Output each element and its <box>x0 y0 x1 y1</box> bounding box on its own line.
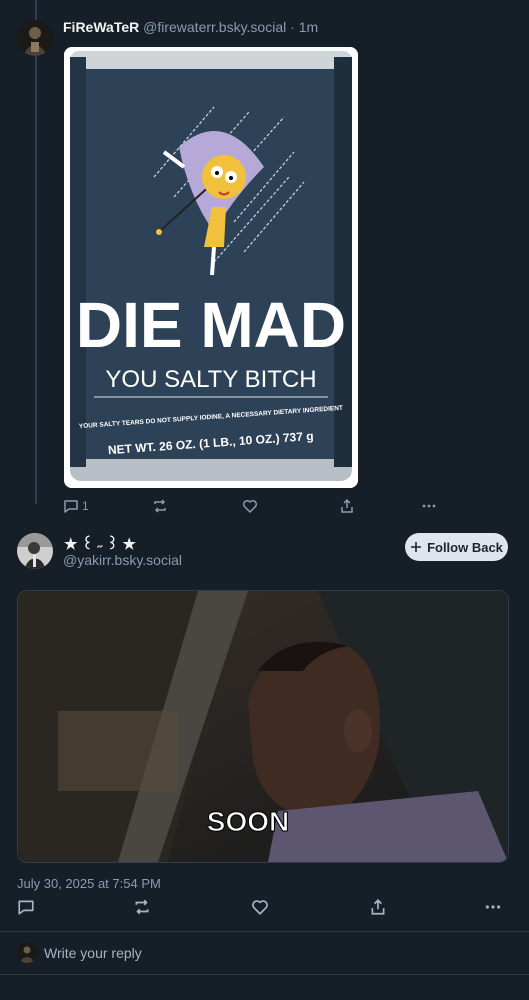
share-icon <box>371 899 385 915</box>
like-button[interactable] <box>251 898 269 916</box>
share-icon <box>341 498 353 513</box>
more-options-button[interactable] <box>421 498 437 514</box>
heart-icon <box>252 900 268 915</box>
repost-button[interactable] <box>152 498 168 514</box>
author-avatar[interactable] <box>17 20 53 56</box>
reply-icon <box>64 500 78 513</box>
separator-dot: · <box>290 19 295 35</box>
post-header: FiReWaTeR @firewaterr.bsky.social · 1m <box>63 19 318 35</box>
divider <box>0 931 529 932</box>
post-timestamp[interactable]: July 30, 2025 at 7:54 PM <box>17 876 161 891</box>
post-actions <box>17 898 512 920</box>
current-user-avatar <box>17 943 37 963</box>
post-image[interactable]: DIE MAD YOU SALTY BITCH YOUR SALTY TEARS… <box>64 47 358 488</box>
heart-icon <box>242 499 258 513</box>
author-handle[interactable]: @firewaterr.bsky.social <box>143 19 286 35</box>
author-avatar[interactable] <box>17 533 53 569</box>
can-headline: DIE MAD <box>76 289 346 361</box>
post-actions: 1 <box>63 498 443 518</box>
author-display-name[interactable]: ★ ꒰ ˶ ꒱ ★ <box>64 533 136 553</box>
reply-count: 1 <box>82 499 89 513</box>
share-button[interactable] <box>339 498 355 514</box>
reply-icon <box>18 900 34 915</box>
repost-button[interactable] <box>133 898 151 916</box>
gif-caption: SOON <box>207 806 289 837</box>
author-name[interactable]: FiReWaTeR <box>63 19 139 35</box>
post-age[interactable]: 1m <box>299 19 318 35</box>
repost-icon <box>154 499 166 513</box>
post-gif[interactable]: SOON <box>17 590 509 863</box>
reply-button[interactable]: 1 <box>63 498 89 514</box>
like-button[interactable] <box>242 498 258 514</box>
follow-back-button[interactable]: Follow Back <box>405 533 508 561</box>
repost-icon <box>135 899 149 915</box>
can-subline: YOU SALTY BITCH <box>105 366 316 393</box>
author-handle[interactable]: @yakirr.bsky.social <box>63 552 182 568</box>
share-button[interactable] <box>369 898 387 916</box>
divider <box>0 974 529 975</box>
thread-connector-line <box>35 0 37 504</box>
ellipsis-icon <box>485 905 501 909</box>
ellipsis-icon <box>422 504 436 508</box>
more-options-button[interactable] <box>484 898 502 916</box>
reply-input[interactable]: Write your reply <box>44 945 142 961</box>
follow-back-label: Follow Back <box>427 539 503 555</box>
plus-icon <box>411 542 422 552</box>
reply-button[interactable] <box>17 898 35 916</box>
